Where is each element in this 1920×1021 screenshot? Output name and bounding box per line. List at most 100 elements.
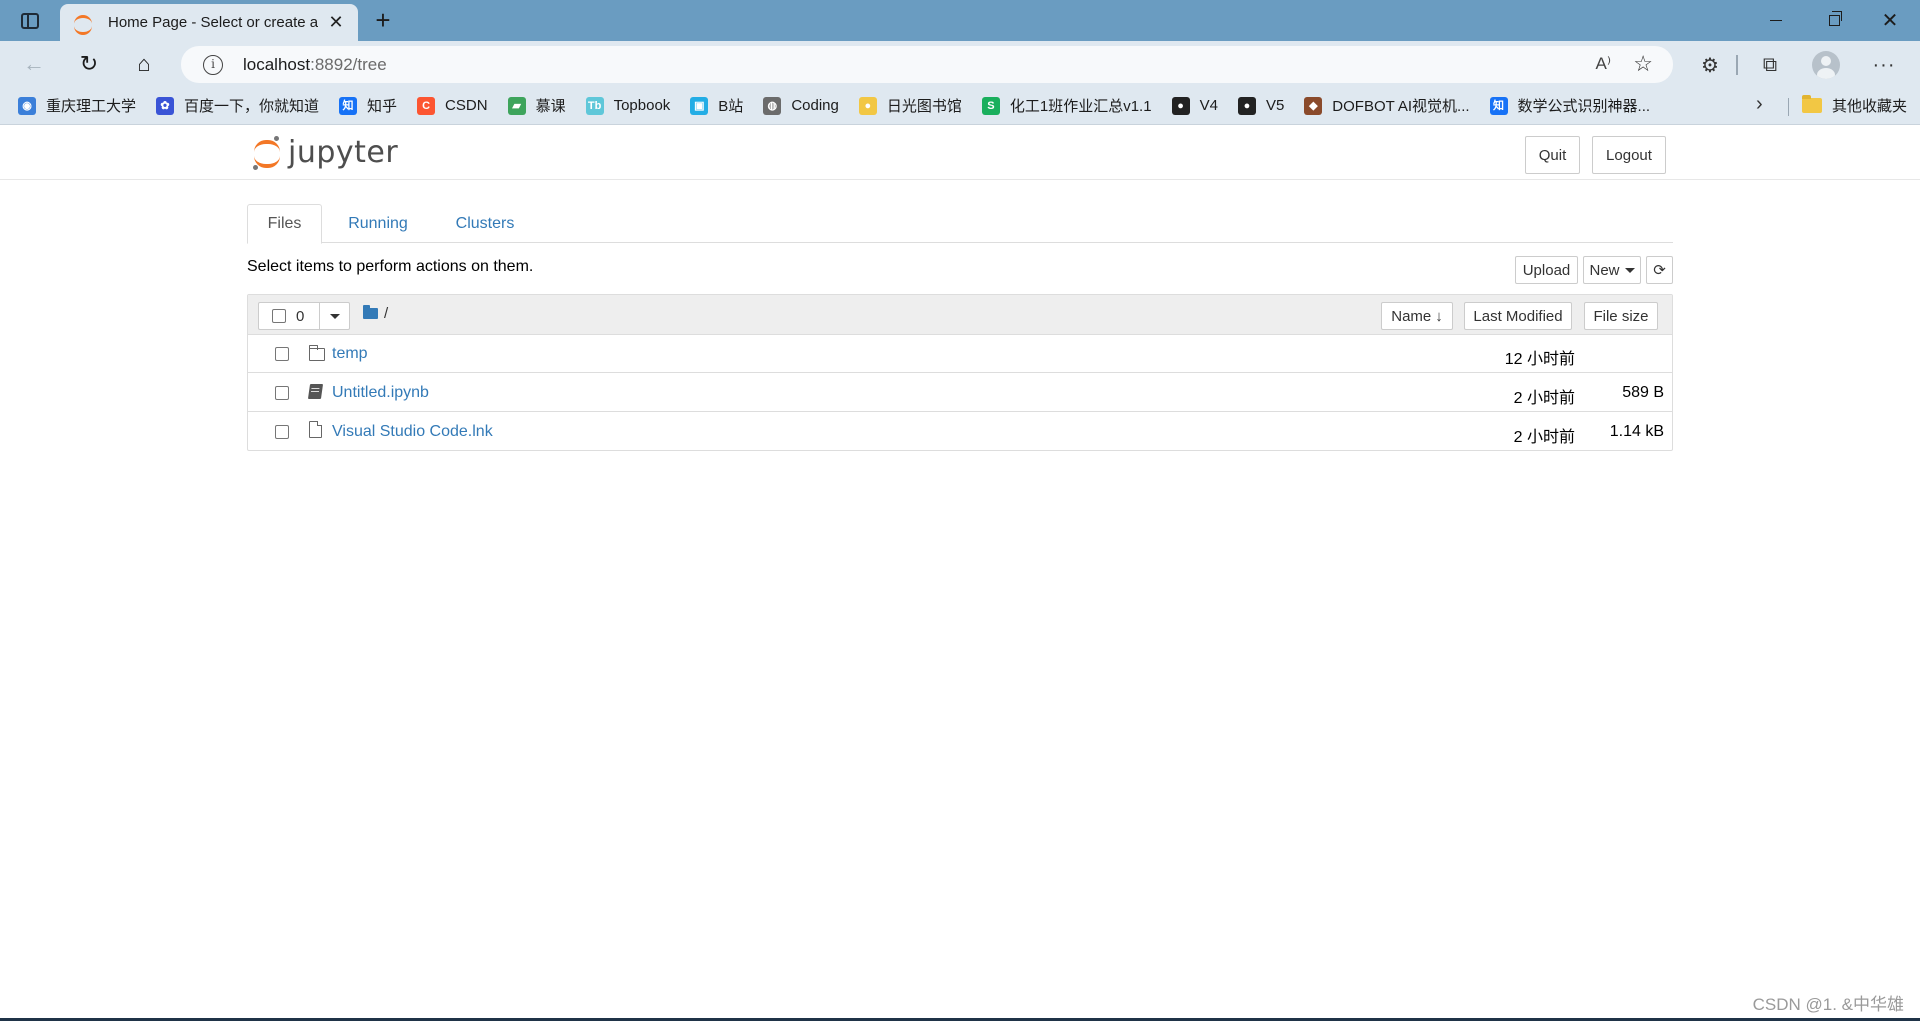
file-icon: [309, 421, 322, 438]
bookmark-item[interactable]: S 化工1班作业汇总v1.1: [981, 95, 1152, 116]
file-size: 589 B: [1622, 384, 1664, 401]
tab-actions-icon[interactable]: [12, 7, 48, 35]
bookmark-label: CSDN: [445, 97, 488, 114]
select-menu-button[interactable]: [320, 303, 349, 329]
bookmark-label: Topbook: [613, 97, 671, 114]
more-menu-icon[interactable]: ···: [1870, 51, 1898, 79]
back-arrow-icon[interactable]: ←: [16, 46, 52, 82]
read-aloud-icon[interactable]: A⁾: [1595, 54, 1611, 74]
refresh-icon: ⟳: [1653, 262, 1666, 279]
sort-name-label: Name: [1391, 307, 1432, 325]
zhihu-icon: 知: [339, 96, 358, 115]
upload-button[interactable]: Upload: [1515, 256, 1578, 284]
file-name-link[interactable]: Visual Studio Code.lnk: [332, 423, 493, 441]
jupyter-favicon-icon: [72, 12, 94, 35]
bookmarks-overflow-icon[interactable]: ›: [1756, 93, 1763, 116]
caret-down-icon: [329, 313, 340, 319]
caret-down-icon: [1624, 267, 1635, 273]
site-info-icon[interactable]: i: [203, 54, 223, 75]
sort-by-name-button[interactable]: Name ↓: [1381, 302, 1453, 330]
tab-clusters[interactable]: Clusters: [433, 204, 537, 244]
file-modified: 2 小时前: [1513, 390, 1575, 407]
tab-running[interactable]: Running: [332, 204, 424, 244]
select-all-checkbox[interactable]: [272, 309, 286, 323]
collections-icon[interactable]: ⧉: [1756, 51, 1784, 79]
bookmark-label: DOFBOT AI视觉机...: [1332, 98, 1470, 115]
close-window-button[interactable]: ✕: [1862, 0, 1918, 41]
bookmark-item[interactable]: ▣ B站: [690, 95, 743, 116]
address-bar[interactable]: i localhost:8892/tree A⁾ ☆: [181, 46, 1673, 83]
topbook-icon: Tb: [585, 96, 604, 115]
other-bookmarks-folder[interactable]: 其他收藏夹: [1802, 95, 1907, 116]
tab-files[interactable]: Files: [247, 204, 322, 244]
csdn-watermark: CSDN @1. &中华雄: [1752, 995, 1904, 1014]
globe-icon: ◉: [18, 96, 36, 115]
toolbar-divider: [1736, 55, 1738, 75]
file-row[interactable]: temp 12 小时前: [248, 335, 1672, 373]
bookmark-item[interactable]: ◍ Coding: [763, 96, 839, 115]
bookmark-item[interactable]: ✿ 百度一下，你就知道: [156, 95, 319, 116]
selected-count: 0: [296, 307, 305, 325]
file-row[interactable]: Untitled.ipynb 2 小时前 589 B: [248, 374, 1672, 412]
row-checkbox[interactable]: [275, 386, 289, 400]
bookmark-label: 重庆理工大学: [46, 98, 137, 115]
folder-icon: [1802, 95, 1822, 113]
sort-by-modified-button[interactable]: Last Modified: [1464, 302, 1572, 330]
jupyter-header: jupyter Quit Logout: [0, 127, 1920, 180]
bookmark-item[interactable]: ◉ 重庆理工大学: [18, 95, 136, 116]
tab-close-icon[interactable]: ✕: [326, 12, 346, 33]
select-all-group: 0: [258, 302, 350, 330]
row-checkbox[interactable]: [275, 347, 289, 361]
select-all-toggle[interactable]: 0: [259, 303, 320, 329]
bookmark-item[interactable]: 知数学公式识别神器...: [1489, 95, 1650, 116]
extensions-icon[interactable]: ⚙: [1696, 51, 1724, 79]
profile-avatar[interactable]: [1812, 51, 1840, 79]
baidu-icon: ✿: [156, 96, 175, 115]
bookmark-item[interactable]: ● 日光图书馆: [858, 95, 962, 116]
quit-button[interactable]: Quit: [1525, 136, 1580, 174]
refresh-button[interactable]: ⟳: [1646, 256, 1673, 284]
file-name-link[interactable]: temp: [332, 345, 368, 363]
bookmark-label: V4: [1199, 97, 1218, 114]
logout-button[interactable]: Logout: [1592, 136, 1666, 174]
bookmark-label: 化工1班作业汇总v1.1: [1009, 98, 1152, 115]
csdn-icon: C: [417, 96, 436, 115]
home-icon[interactable]: ⌂: [126, 46, 162, 82]
sort-by-size-button[interactable]: File size: [1584, 302, 1658, 330]
reload-icon[interactable]: ↻: [71, 46, 107, 82]
new-dropdown-button[interactable]: New: [1583, 256, 1641, 284]
bookmark-item[interactable]: ◆ DOFBOT AI视觉机...: [1304, 95, 1470, 116]
bookmark-label: 慕课: [535, 98, 566, 115]
bookmark-item[interactable]: C CSDN: [417, 96, 488, 115]
new-label: New: [1589, 261, 1620, 279]
other-bookmarks-label: 其他收藏夹: [1832, 98, 1908, 115]
minimize-button[interactable]: [1748, 0, 1804, 41]
bookmark-item[interactable]: 知知乎: [339, 95, 397, 116]
bookmarks-divider: [1788, 98, 1789, 116]
selection-hint: Select items to perform actions on them.: [247, 258, 534, 275]
file-row[interactable]: Visual Studio Code.lnk 2 小时前 1.14 kB: [248, 413, 1672, 451]
bookmark-label: 知乎: [367, 98, 398, 115]
github-icon: ●: [1171, 96, 1190, 115]
breadcrumb[interactable]: /: [363, 305, 388, 322]
jupyter-logo[interactable]: jupyter: [252, 135, 398, 170]
url-text[interactable]: localhost:8892/tree: [243, 55, 387, 75]
new-tab-icon[interactable]: +: [368, 6, 398, 36]
coding-icon: ◍: [763, 96, 782, 115]
row-checkbox[interactable]: [275, 425, 289, 439]
bookmark-label: Coding: [791, 97, 839, 114]
bookmark-item[interactable]: ● V4: [1171, 96, 1218, 115]
bookmark-item[interactable]: ▰ 慕课: [507, 95, 566, 116]
file-modified: 12 小时前: [1504, 351, 1575, 368]
bookmark-label: 日光图书馆: [886, 98, 962, 115]
bookmark-label: V5: [1265, 97, 1285, 114]
breadcrumb-root[interactable]: /: [384, 305, 388, 322]
add-favorite-icon[interactable]: ☆: [1633, 51, 1653, 77]
restore-button[interactable]: [1806, 0, 1862, 41]
bookmark-item[interactable]: Tb Topbook: [585, 96, 671, 115]
bookmarks-bar: ◉ 重庆理工大学 ✿ 百度一下，你就知道知知乎 C CSDN ▰ 慕课 Tb Topbook ▣ B站…: [0, 87, 1920, 125]
browser-toolbar: ← ↻ ⌂ i localhost:8892/tree A⁾ ☆ ⚙ ⧉ ···: [0, 41, 1920, 87]
bookmark-item[interactable]: ● V5: [1237, 96, 1285, 115]
browser-tab-active[interactable]: Home Page - Select or create a n ✕: [60, 4, 358, 41]
file-name-link[interactable]: Untitled.ipynb: [332, 384, 429, 402]
